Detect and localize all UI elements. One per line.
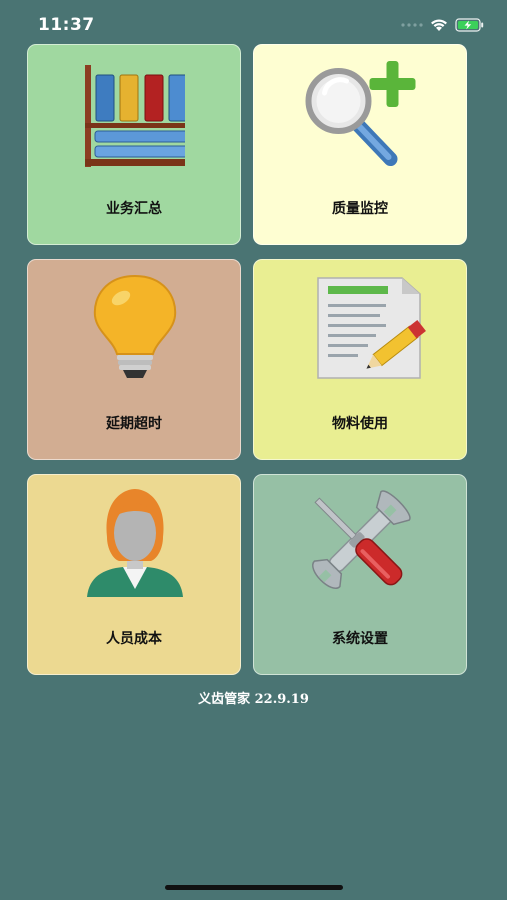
battery-charging-icon <box>455 18 484 32</box>
tools-icon <box>312 490 411 589</box>
wifi-icon <box>431 19 447 31</box>
tile-label: 物料使用 <box>332 416 388 432</box>
tile-staff-cost[interactable]: 人员成本 <box>27 474 241 675</box>
tile-system-settings[interactable]: 系统设置 <box>253 474 467 675</box>
tile-label: 质量监控 <box>332 201 388 217</box>
tile-label: 人员成本 <box>106 631 162 647</box>
magnifier-plus-icon <box>305 61 416 166</box>
home-indicator[interactable] <box>165 885 343 890</box>
document-pencil-icon <box>317 277 426 379</box>
person-icon <box>87 489 183 597</box>
tile-label: 业务汇总 <box>106 201 162 217</box>
tile-material-usage[interactable]: 物料使用 <box>253 259 467 460</box>
status-icons <box>401 17 485 33</box>
tile-delay-timeout[interactable]: 延期超时 <box>27 259 241 460</box>
bookshelf-icon <box>85 65 185 167</box>
status-time: 11:37 <box>38 15 95 35</box>
status-bar: 11:37 <box>0 0 507 44</box>
light-bulb-icon <box>93 274 177 378</box>
cellular-dots-icon <box>401 23 423 27</box>
tile-business-summary[interactable]: 业务汇总 <box>27 44 241 245</box>
tile-quality-monitor[interactable]: 质量监控 <box>253 44 467 245</box>
tile-label: 系统设置 <box>332 631 388 647</box>
app-version-label: 义齿管家 22.9.19 <box>198 692 309 707</box>
tile-label: 延期超时 <box>106 416 162 432</box>
